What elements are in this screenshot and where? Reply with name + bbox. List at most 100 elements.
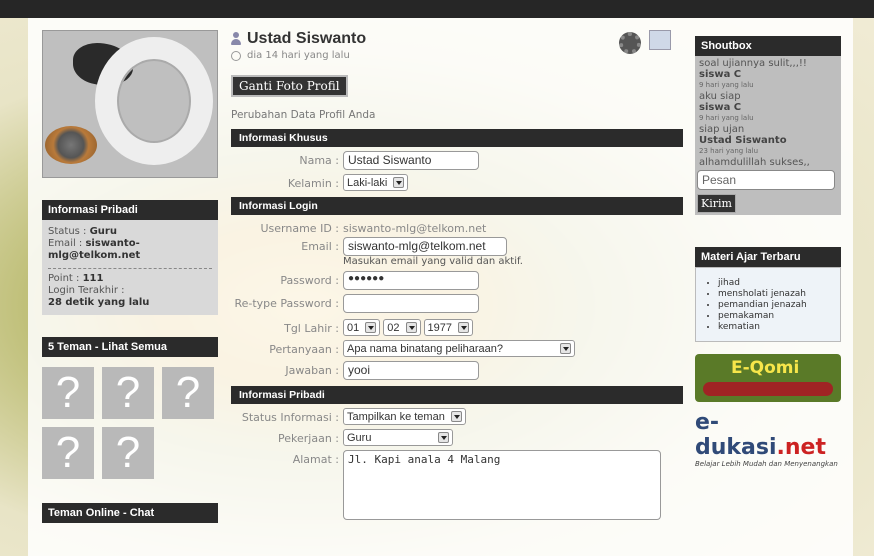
friend-avatar[interactable]: ? [42,367,94,419]
shout-name: siswa C [699,69,742,80]
pertanyaan-select[interactable]: Apa nama binatang peliharaan? [343,340,575,357]
kirim-button[interactable]: Kirim [697,194,736,213]
friends-title[interactable]: 5 Teman - Lihat Semua [48,341,167,353]
friend-avatar[interactable]: ? [42,427,94,479]
tgl-lahir-label: Tgl Lahir : [284,322,339,335]
month-select[interactable]: 02 [383,319,421,336]
materi-item[interactable]: kematian [718,322,832,333]
eqomi-logo[interactable]: E-Qomi [695,354,841,402]
page-subtitle: Perubahan Data Profil Anda [231,109,376,121]
email-input[interactable]: siswanto-mlg@telkom.net [343,237,507,256]
online-title[interactable]: Teman Online - Chat [48,507,154,519]
last-active-time: dia 14 hari yang lalu [247,50,350,61]
section-informasi-pribadi: Informasi Pribadi [231,386,683,404]
edukasi-tagline: Belajar Lebih Mudah dan Menyenangkan [695,460,838,468]
materi-item[interactable]: jihad [718,278,832,289]
section-informasi-login: Informasi Login [231,197,683,215]
dropdown-arrow-icon [393,177,405,188]
profile-name: Ustad Siswanto [247,30,367,47]
dropdown-arrow-icon [450,411,462,422]
alamat-textarea[interactable]: Jl. Kapi anala 4 Malang [343,450,661,520]
dropdown-arrow-icon [405,322,417,333]
info-pribadi-box: Status : Guru Email : siswanto-mlg@telko… [42,220,218,315]
edukasi-logo[interactable]: e-dukasi.net Belajar Lebih Mudah dan Men… [695,410,841,468]
status-value: Guru [89,226,117,237]
kelamin-select[interactable]: Laki-laki [343,174,409,191]
day-select[interactable]: 01 [343,319,381,336]
jawaban-label: Jawaban : [285,364,339,377]
notes-icon[interactable] [649,30,671,50]
day-value: 01 [347,321,360,334]
edukasi-main: e-dukasi [695,410,777,460]
friend-avatar[interactable]: ? [102,367,154,419]
point-value: 111 [82,273,104,284]
alamat-label: Alamat : [292,453,339,466]
retype-password-input[interactable] [343,294,479,313]
shout-name: siswa C [699,102,742,113]
login-label: Login Terakhir : [48,285,125,296]
shout-text: soal ujiannya sulit,,,!! [699,58,807,69]
pekerjaan-value: Guru [347,431,372,444]
shout-time: 23 hari yang lalu [699,147,759,155]
friends-header[interactable]: 5 Teman - Lihat Semua [42,337,218,357]
pekerjaan-select[interactable]: Guru [343,429,453,446]
shout-time: 9 hari yang lalu [699,114,754,122]
shout-name: Ustad Siswanto [699,135,787,146]
point-label: Point : [48,273,83,284]
email-label: Email : [48,238,86,249]
left-column: Informasi Pribadi Status : Guru Email : … [42,30,218,523]
user-icon [231,32,241,46]
dropdown-arrow-icon [560,343,571,354]
status-informasi-value: Tampilkan ke teman [347,410,445,423]
eqomi-arabic-banner [703,382,833,396]
status-label: Status : [48,226,90,237]
clock-icon [231,50,241,61]
password-label: Password : [280,274,339,287]
right-column: Shoutbox soal ujiannya sulit,,,!! siswa … [695,36,841,468]
main-column: Ustad Siswanto dia 14 hari yang lalu Gan… [231,30,683,520]
friends-grid: ? ? ? ? ? [42,367,218,479]
online-chat-header[interactable]: Teman Online - Chat [42,503,218,523]
email-hint: Masukan email yang valid dan aktif. [343,256,523,267]
materi-item[interactable]: mensholati jenazah [718,289,832,300]
edukasi-tld: .net [776,435,826,460]
materi-header: Materi Ajar Terbaru [695,247,841,267]
shoutbox-header: Shoutbox [695,36,841,56]
username-label: Username ID : [260,222,340,235]
info-pribadi-header: Informasi Pribadi [42,200,218,220]
profile-photo[interactable] [42,30,218,178]
dropdown-arrow-icon [457,322,469,333]
shout-text: aku siap [699,91,741,102]
eqomi-logo-text: E-Qomi [731,358,800,378]
nama-label: Nama : [299,154,339,167]
pekerjaan-label: Pekerjaan : [278,432,339,445]
nama-input[interactable]: Ustad Siswanto [343,151,479,170]
kelamin-value: Laki-laki [347,176,388,189]
shout-input[interactable]: Pesan [697,170,835,190]
photo-tyre [45,126,97,164]
status-informasi-label: Status Informasi : [241,411,339,424]
jawaban-input[interactable]: yooi [343,361,479,380]
kelamin-label: Kelamin : [287,177,339,190]
year-select[interactable]: 1977 [423,319,473,336]
materi-list: jihad mensholati jenazah pemandian jenaz… [695,267,841,342]
materi-item[interactable]: pemandian jenazah [718,300,832,311]
year-value: 1977 [427,321,452,334]
materi-item[interactable]: pemakaman [718,311,832,322]
month-value: 02 [387,321,400,334]
friend-avatar[interactable]: ? [162,367,214,419]
dropdown-arrow-icon [438,432,449,443]
shout-text: siap ujan [699,124,745,135]
top-strip [0,0,874,18]
password-input[interactable]: ●●●●●● [343,271,479,290]
shout-text: alhamdulillah sukses,, [699,157,810,168]
username-value: siswanto-mlg@telkom.net [343,222,487,235]
change-photo-button[interactable]: Ganti Foto Profil [231,75,348,97]
pertanyaan-value: Apa nama binatang peliharaan? [347,342,503,355]
friend-avatar[interactable]: ? [102,427,154,479]
section-informasi-khusus: Informasi Khusus [231,129,683,147]
shoutbox-messages[interactable]: soal ujiannya sulit,,,!! siswa C 9 hari … [697,58,839,168]
gear-icon[interactable] [619,32,641,54]
login-value: 28 detik yang lalu [48,297,150,308]
status-informasi-select[interactable]: Tampilkan ke teman [343,408,466,425]
